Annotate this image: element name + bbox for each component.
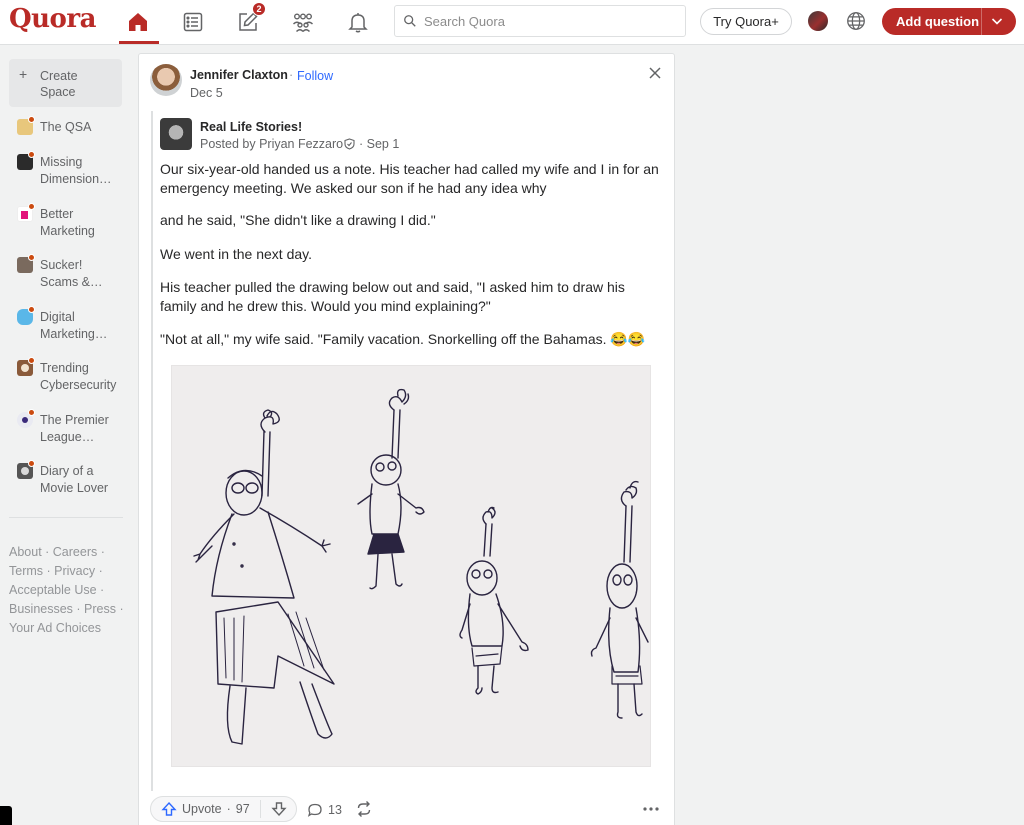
close-icon[interactable] xyxy=(647,65,663,81)
shared-post-rule xyxy=(151,111,153,791)
dot-separator: · xyxy=(289,68,294,82)
left-sidebar: + Create Space The QSA Missing Dimension… xyxy=(0,45,130,825)
downvote-arrow-icon xyxy=(271,802,287,817)
unread-dot xyxy=(28,116,35,123)
add-question-label: Add question xyxy=(896,14,980,29)
share-reshare-icon[interactable] xyxy=(355,800,373,818)
unread-dot xyxy=(28,254,35,261)
sidebar-space-item[interactable]: Digital Marketing… xyxy=(9,306,124,353)
create-space-button[interactable]: + Create Space xyxy=(9,59,122,107)
space-label: Better Marketing xyxy=(40,207,95,238)
space-label: Digital Marketing… xyxy=(40,310,108,341)
sidebar-space-item[interactable]: Better Marketing xyxy=(9,203,124,250)
post-paragraph: and he said, "She didn't like a drawing … xyxy=(160,212,436,228)
top-nav-bar: Quora 2 Try Quora+ Add question xyxy=(0,0,1024,45)
space-label: Missing Dimension… xyxy=(40,155,112,186)
author-avatar[interactable] xyxy=(150,64,182,96)
drawing-figure-dad xyxy=(193,409,335,745)
footer-link-about[interactable]: About xyxy=(9,545,42,559)
unread-dot xyxy=(28,203,35,210)
footer-link-privacy[interactable]: Privacy xyxy=(54,564,95,578)
active-tab-indicator xyxy=(119,41,159,44)
comment-count: 13 xyxy=(328,803,342,817)
shared-post-date: · Sep 1 xyxy=(359,137,400,151)
window-corner-artifact xyxy=(0,806,12,825)
list-icon xyxy=(183,12,203,32)
unread-dot xyxy=(28,460,35,467)
footer-link-ad-choices[interactable]: Your Ad Choices xyxy=(9,621,101,635)
nav-answer-button[interactable]: 2 xyxy=(228,2,268,38)
comment-button[interactable]: 13 xyxy=(307,800,342,820)
space-label: The QSA xyxy=(40,120,92,134)
author-name[interactable]: Jennifer Claxton xyxy=(190,68,288,82)
unread-dot xyxy=(28,357,35,364)
home-icon xyxy=(129,13,147,31)
nav-following-button[interactable] xyxy=(173,6,213,38)
footer-links: About · Careers · Terms · Privacy · Acce… xyxy=(9,545,124,635)
post-paragraph: His teacher pulled the drawing below out… xyxy=(160,279,625,314)
footer-link-businesses[interactable]: Businesses xyxy=(9,602,73,616)
sidebar-space-item[interactable]: Diary of a Movie Lover xyxy=(9,460,124,507)
upvote-count: 97 xyxy=(235,802,250,816)
post-paragraph: We went in the next day. xyxy=(160,246,313,262)
upvote-arrow-icon xyxy=(161,801,177,816)
notification-badge: 2 xyxy=(252,2,266,16)
post-paragraph: Our six-year-old handed us a note. His t… xyxy=(160,161,659,196)
kids-drawing-illustration xyxy=(193,388,649,745)
footer-link-press[interactable]: Press xyxy=(84,602,116,616)
upvote-button[interactable]: Upvote · 97 xyxy=(151,797,259,821)
footer-link-terms[interactable]: Terms xyxy=(9,564,43,578)
sidebar-space-item[interactable]: The Premier League… xyxy=(9,409,124,456)
vote-control: Upvote · 97 xyxy=(150,796,297,822)
upvote-label: Upvote xyxy=(182,802,222,816)
space-label: Sucker! Scams &… xyxy=(40,258,103,289)
shared-space-name[interactable]: Real Life Stories! xyxy=(200,120,302,134)
shield-icon xyxy=(344,138,355,150)
comment-bubble-icon xyxy=(307,803,322,817)
nav-spaces-button[interactable] xyxy=(283,6,323,38)
footer-link-careers[interactable]: Careers xyxy=(53,545,97,559)
space-avatar[interactable] xyxy=(160,118,192,150)
nav-home-button[interactable] xyxy=(118,6,158,38)
profile-avatar[interactable] xyxy=(808,11,828,31)
add-question-button[interactable]: Add question xyxy=(882,8,1016,35)
post-paragraph: "Not at all," my wife said. "Family vaca… xyxy=(160,331,646,347)
downvote-button[interactable] xyxy=(263,797,295,821)
space-label: Diary of a Movie Lover xyxy=(40,464,109,495)
space-label: Trending Cybersecurity xyxy=(40,361,117,392)
globe-icon[interactable] xyxy=(845,10,867,32)
create-space-label: Create Space xyxy=(40,69,78,99)
try-quora-plus-button[interactable]: Try Quora+ xyxy=(700,8,792,35)
quora-logo[interactable]: Quora xyxy=(9,4,96,34)
sidebar-space-item[interactable]: Sucker! Scams &… xyxy=(9,254,124,301)
feed-post-card: Jennifer Claxton · Follow Dec 5 Real Lif… xyxy=(138,53,675,825)
unread-dot xyxy=(28,409,35,416)
plus-icon: + xyxy=(19,66,28,82)
space-label: The Premier League… xyxy=(40,413,109,444)
button-divider xyxy=(981,8,982,35)
drawing-figure-sibling xyxy=(590,480,649,719)
unread-dot xyxy=(28,151,35,158)
upvote-separator: · xyxy=(226,802,231,816)
drawing-figure-child xyxy=(459,506,529,695)
sidebar-space-item[interactable]: Trending Cybersecurity xyxy=(9,357,124,404)
nav-notifications-button[interactable] xyxy=(338,6,378,38)
post-date: Dec 5 xyxy=(190,86,223,100)
drawing-figure-mum xyxy=(357,388,425,590)
more-options-icon[interactable] xyxy=(642,804,660,814)
chevron-down-icon[interactable] xyxy=(990,14,1004,28)
follow-link[interactable]: Follow xyxy=(297,69,333,83)
people-group-icon xyxy=(293,13,313,33)
search-input[interactable] xyxy=(424,13,664,29)
post-image-drawing[interactable] xyxy=(171,365,651,767)
sidebar-divider xyxy=(9,517,123,518)
unread-dot xyxy=(28,306,35,313)
search-bar[interactable] xyxy=(394,5,686,37)
footer-link-acceptable-use[interactable]: Acceptable Use xyxy=(9,583,97,597)
sidebar-space-item[interactable]: Missing Dimension… xyxy=(9,151,124,198)
search-icon xyxy=(404,15,416,27)
bell-icon xyxy=(348,13,368,33)
posted-by[interactable]: Posted by Priyan Fezzaro xyxy=(200,137,343,151)
vote-divider xyxy=(260,800,261,818)
